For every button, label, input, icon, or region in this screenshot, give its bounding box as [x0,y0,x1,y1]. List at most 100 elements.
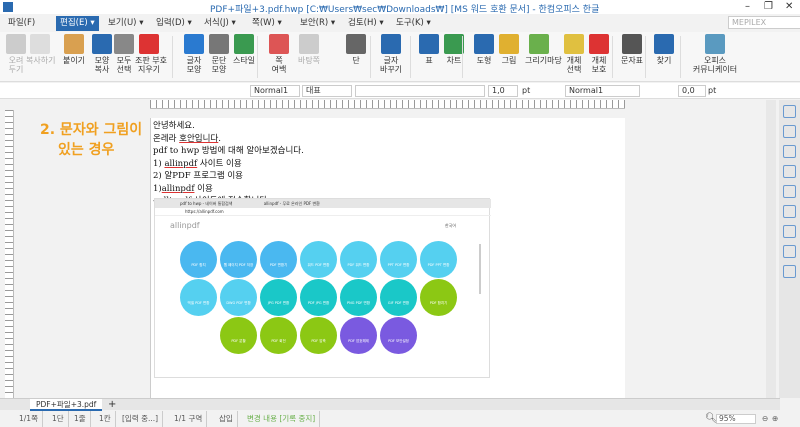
minimize-button[interactable]: – [745,1,750,12]
sidebar-tool-icon[interactable] [783,185,796,198]
add-tab-button[interactable]: + [108,399,116,410]
ribbon-button-18[interactable]: 개체 선택 [560,34,588,74]
ribbon-label: 도형 [476,56,492,65]
tool-circle: PDF 압축 [300,317,337,354]
document-page[interactable]: 안녕하세요. 온레라 호안입니다. pdf to hwp 방법에 대해 알아보겠습니… [150,118,625,398]
ribbon-label: 개체 보호 [591,56,607,74]
ribbon-button-2[interactable]: 붙이기 [60,34,88,65]
search-input[interactable]: MEPILEX [728,16,800,29]
menu-5[interactable]: 쪽(W) ▾ [248,16,286,31]
ribbon-button-21[interactable]: 찾기 [650,34,678,65]
ribbon-icon [299,34,319,54]
ribbon-separator [257,36,258,78]
spacing-unit[interactable]: pt [708,86,716,95]
tool-circle: PDF 암호해제 [340,317,377,354]
doc-text-run: 사이트 이용 [197,158,242,169]
horizontal-ruler[interactable] [150,100,625,109]
doc-line: 안녕하세요. [153,120,304,133]
sidebar-tool-icon[interactable] [783,105,796,118]
menu-3[interactable]: 입력(D) ▾ [152,16,196,31]
doc-text-run: allinpdf [164,158,198,169]
ribbon-button-16[interactable]: 그림 [495,34,523,65]
ribbon-button-7[interactable]: 문단 모양 [205,34,233,74]
sidebar-tool-icon[interactable] [783,225,796,238]
status-bar: 🔍︎ 95% ⊖ ⊕ 1/1쪽 1단 1줄 1칸 [입력 중...] 1/1 구역 삽입 변경… [0,411,800,427]
menu-7[interactable]: 검토(H) ▾ [344,16,388,31]
ribbon-icon [529,34,549,54]
menu-0[interactable]: 파일(F) [4,16,39,31]
ribbon-icon [6,34,26,54]
ribbon-label: 스타일 [232,56,256,65]
ribbon-button-12[interactable]: 글자 바꾸기 [377,34,405,74]
doc-line: 1) allinpdf 사이트 이용 [153,158,304,171]
ribbon-button-1[interactable]: 복사하기 [26,34,55,65]
ribbon-separator [612,36,613,78]
document-text[interactable]: 안녕하세요. 온레라 호안입니다. pdf to hwp 방법에 대해 알아보겠습니… [153,120,304,208]
ribbon-button-20[interactable]: 문자표 [618,34,646,65]
vertical-scrollbar[interactable] [766,100,776,398]
ribbon-button-22[interactable]: 오피스 커뮤니케이터 [690,34,740,74]
ribbon-icon [269,34,289,54]
status-item: 1/1쪽 [15,411,43,427]
ribbon-button-8[interactable]: 스타일 [230,34,258,65]
ribbon-label: 문자표 [620,56,644,65]
right-sidebar [779,100,800,398]
menu-1[interactable]: 편집(E) ▾ [56,16,99,31]
doc-line: 2) 알PDF 프로그램 이용 [153,170,304,183]
tool-circle: 웹 페이지 PDF 저장 [220,241,257,278]
sidebar-tool-icon[interactable] [783,145,796,158]
restore-button[interactable]: ❐ [764,1,773,12]
sidebar-tool-icon[interactable] [783,265,796,278]
doc-text-run: 안녕하세요. [153,121,195,131]
zoom-select[interactable]: 95% [716,414,756,424]
document-tab[interactable]: PDF+파일+3.pdf [30,399,103,411]
style-select[interactable]: Normal1 [565,85,640,97]
ribbon-button-10[interactable]: 바탕쪽 [295,34,323,65]
doc-text-run: 1) [153,183,162,194]
font-size-input[interactable]: 1,0 [488,85,518,97]
sidebar-tool-icon[interactable] [783,165,796,178]
status-item: 삽입 [215,411,238,427]
ribbon-button-4[interactable]: 모두 선택 [110,34,138,74]
zoom-out-button[interactable]: ⊖ [762,411,768,427]
status-item: 1/1 구역 [170,411,208,427]
menu-bar: 파일(F) 편집(E) ▾ 보기(U) ▾ 입력(D) ▾ 서식(J) ▾ 쪽(W) ▾ 보… [0,14,800,32]
tool-circle: 엑셀 PDF 변환 [180,279,217,316]
menu-4[interactable]: 서식(J) ▾ [200,16,240,31]
ribbon-button-5[interactable]: 조판 부호 지우기 [135,34,167,74]
app-icon [3,2,13,12]
ribbon-button-17[interactable]: 그리기마당 [525,34,562,65]
vertical-ruler[interactable] [5,110,14,398]
size-unit[interactable]: pt [522,86,530,95]
ribbon-button-9[interactable]: 쪽 여백 [265,34,293,74]
ribbon-separator [645,36,646,78]
ribbon-icon [30,34,50,54]
heading-line: 있는 경우 [58,142,115,158]
ribbon-button-13[interactable]: 표 [415,34,443,65]
sidebar-tool-icon[interactable] [783,205,796,218]
menu-2[interactable]: 보기(U) ▾ [104,16,147,31]
ribbon-button-6[interactable]: 글자 모양 [180,34,208,74]
close-button[interactable]: ✕ [785,1,793,12]
ribbon-button-15[interactable]: 도형 [470,34,498,65]
font-select[interactable] [355,85,485,97]
ribbon-icon [499,34,519,54]
ribbon-button-11[interactable]: 단 [342,34,370,65]
ribbon-icon [64,34,84,54]
status-item: 변경 내용 [기록 중지] [243,411,321,427]
sidebar-tool-icon[interactable] [783,125,796,138]
sidebar-tool-icon[interactable] [783,245,796,258]
doc-text-run: 2) 알PDF 프로그램 이용 [153,171,244,181]
ribbon-icon [589,34,609,54]
font-lang-select[interactable]: 대표 [302,85,352,97]
style-select[interactable]: Normal1 [250,85,300,97]
menu-6[interactable]: 보안(R) ▾ [296,16,339,31]
ribbon-icon [346,34,366,54]
ribbon-label: 모두 선택 [116,56,132,74]
ribbon-button-19[interactable]: 개체 보호 [585,34,613,74]
zoom-in-button[interactable]: ⊕ [772,411,778,427]
doc-text-run: 온레라 [153,133,180,144]
menu-8[interactable]: 도구(K) ▾ [392,16,435,31]
spacing-input[interactable]: 0,0 [678,85,706,97]
ribbon-button-14[interactable]: 차트 [440,34,468,65]
